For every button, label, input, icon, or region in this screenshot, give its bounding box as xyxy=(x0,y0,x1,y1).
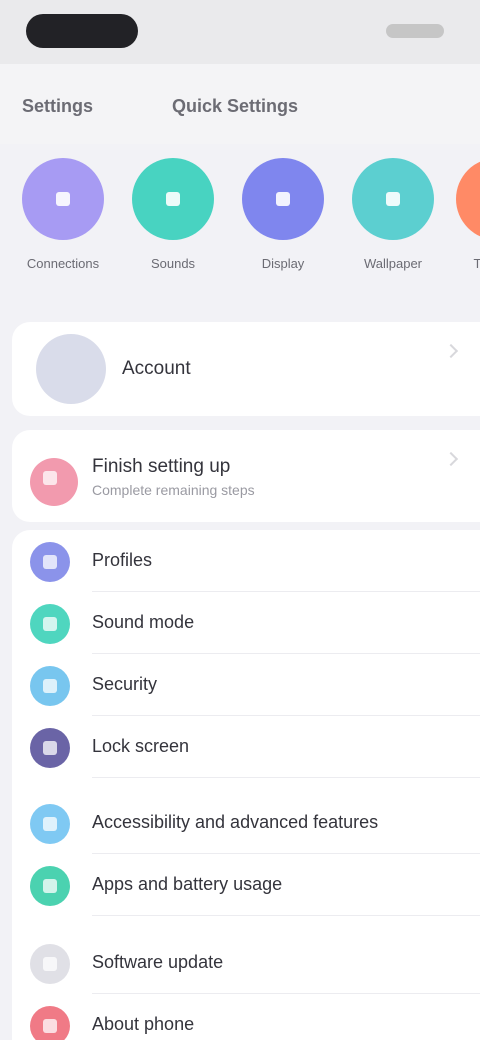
camera-pill xyxy=(26,14,138,48)
chevron-right-icon xyxy=(443,343,459,359)
list-item-security[interactable]: Security xyxy=(12,654,480,716)
account-card: Account xyxy=(12,322,480,416)
shortcut-sounds[interactable]: Sounds xyxy=(128,154,218,294)
list-item-label: Sound mode xyxy=(92,612,195,632)
account-row[interactable]: Account xyxy=(12,322,480,416)
list-item-lock-screen[interactable]: Lock screen xyxy=(12,716,480,778)
shortcut-label: Display xyxy=(261,256,305,271)
connections-icon xyxy=(22,158,104,240)
finish-setup-row[interactable]: Finish setting up Complete remaining ste… xyxy=(12,430,480,522)
setup-title: Finish setting up xyxy=(92,456,231,477)
security-icon xyxy=(30,666,70,706)
list-item-about-phone[interactable]: About phone xyxy=(12,994,480,1040)
list-item-label: Accessibility and advanced features xyxy=(92,812,379,832)
apps-icon xyxy=(30,866,70,906)
list-item-label: Apps and battery usage xyxy=(92,874,283,894)
account-label: Account xyxy=(122,358,191,379)
list-item-label: Lock screen xyxy=(92,736,190,756)
shortcut-label: Wallpaper xyxy=(363,256,423,271)
shortcut-label: Connections xyxy=(26,256,100,271)
status-bar xyxy=(0,0,480,64)
sound-mode-icon xyxy=(30,604,70,644)
list-item-sound-mode[interactable]: Sound mode xyxy=(12,592,480,654)
themes-icon xyxy=(456,158,480,240)
shortcut-display[interactable]: Display xyxy=(238,154,328,294)
display-icon xyxy=(242,158,324,240)
list-item-label: Security xyxy=(92,674,158,694)
wallpaper-icon xyxy=(352,158,434,240)
about-icon xyxy=(30,1006,70,1040)
setup-icon xyxy=(30,458,78,506)
settings-list: Profiles Sound mode Security Lock screen… xyxy=(12,530,480,1040)
shortcut-connections[interactable]: Connections xyxy=(18,154,108,294)
status-icons xyxy=(386,24,444,38)
tab-bar: Settings Quick Settings xyxy=(0,64,480,144)
shortcut-themes[interactable]: Themes xyxy=(452,154,480,294)
shortcut-wallpaper[interactable]: Wallpaper xyxy=(348,154,438,294)
shortcut-row: Connections Sounds Display Wallpaper The… xyxy=(0,144,480,304)
tab-settings[interactable]: Settings xyxy=(22,96,93,117)
shortcut-label: Sounds xyxy=(150,256,196,271)
list-item-label: About phone xyxy=(92,1014,195,1034)
list-item-profiles[interactable]: Profiles xyxy=(12,530,480,592)
lock-screen-icon xyxy=(30,728,70,768)
tab-quick-settings[interactable]: Quick Settings xyxy=(172,96,298,117)
setup-card: Finish setting up Complete remaining ste… xyxy=(12,430,480,522)
avatar xyxy=(36,334,106,404)
list-item-accessibility[interactable]: Accessibility and advanced features xyxy=(12,792,480,854)
chevron-right-icon xyxy=(443,451,459,467)
setup-subtitle: Complete remaining steps xyxy=(92,482,255,498)
shortcut-label: Themes xyxy=(473,256,480,271)
accessibility-icon xyxy=(30,804,70,844)
sound-icon xyxy=(132,158,214,240)
list-item-label: Profiles xyxy=(92,550,153,570)
profile-icon xyxy=(30,542,70,582)
list-item-apps[interactable]: Apps and battery usage xyxy=(12,854,480,916)
list-item-label: Software update xyxy=(92,952,224,972)
update-icon xyxy=(30,944,70,984)
list-item-software-update[interactable]: Software update xyxy=(12,932,480,994)
